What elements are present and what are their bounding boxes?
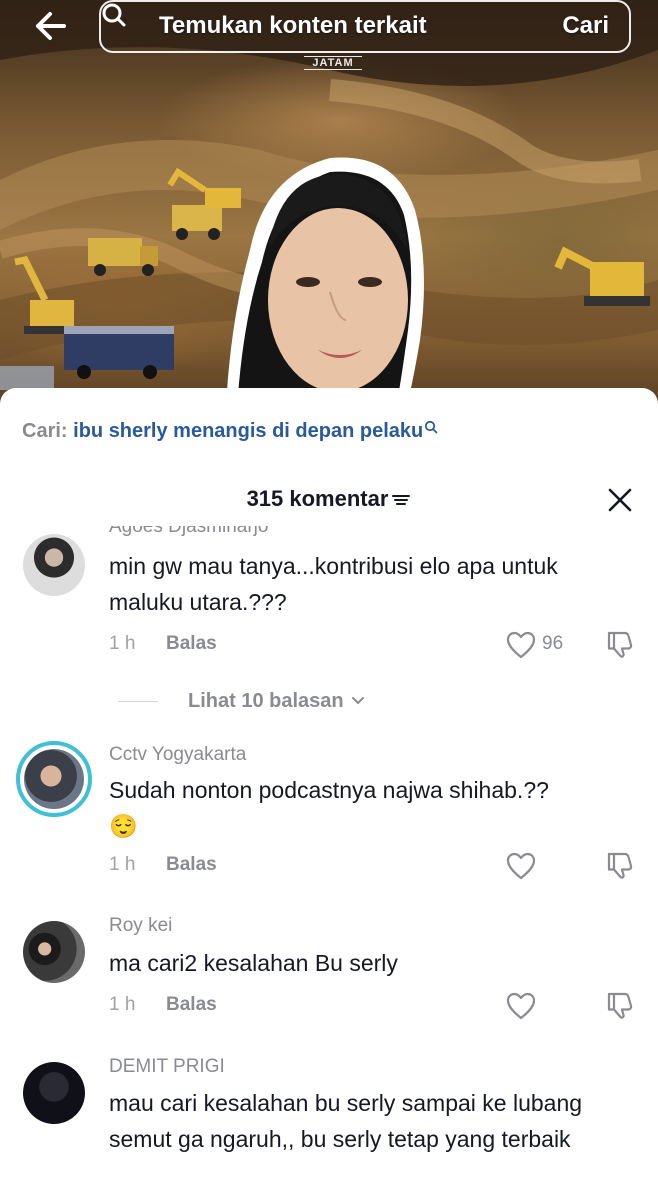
comment-username[interactable]: Roy kei <box>109 915 172 937</box>
watermark-logo: JATAM <box>298 48 368 106</box>
truck-2 <box>172 205 222 240</box>
avatar[interactable] <box>23 1062 85 1124</box>
video-player[interactable]: JATAM Temukan konten terkait Cari <box>0 0 658 430</box>
search-input[interactable]: Temukan konten terkait <box>159 12 427 40</box>
back-button[interactable] <box>30 8 74 44</box>
comment-username[interactable]: Cctv Yogyakarta <box>109 744 246 766</box>
comment-time: 1 h <box>109 854 136 875</box>
related-search-link[interactable]: Cari: ibu sherly menangis di depan pelak… <box>22 420 438 443</box>
blue-truck <box>64 326 174 379</box>
comment-text: mau cari kesalahan bu serly sampai ke lu… <box>109 1090 583 1152</box>
back-arrow-icon <box>36 12 66 40</box>
reply-button[interactable]: Balas <box>166 994 217 1016</box>
search-submit-button[interactable]: Cari <box>562 12 609 40</box>
sort-icon[interactable] <box>391 492 411 508</box>
dislike-icon[interactable] <box>603 989 635 1021</box>
related-search-query[interactable]: ibu sherly menangis di depan pelaku <box>73 420 423 442</box>
reply-button[interactable]: Balas <box>166 854 217 876</box>
comment-text: min gw mau tanya...kontribusi elo apa un… <box>109 553 558 615</box>
comment-text: ma cari2 kesalahan Bu serly <box>109 950 398 976</box>
avatar[interactable] <box>23 921 85 983</box>
like-count: 96 <box>542 633 564 654</box>
comment-time: 1 h <box>109 633 136 654</box>
reply-button[interactable]: Balas <box>166 633 217 655</box>
comment-username[interactable]: Agoes Djasminarjo <box>109 526 268 538</box>
related-search-label: Cari: <box>22 420 68 442</box>
search-icon <box>102 3 126 27</box>
dislike-icon[interactable] <box>603 849 635 881</box>
heart-icon[interactable] <box>505 851 537 881</box>
comment-count: 315 komentar <box>246 486 389 511</box>
emoji: 😌 <box>109 813 138 839</box>
comment-text: Sudah nonton podcastnya najwa shihab.?? … <box>109 772 629 844</box>
view-replies-button[interactable]: Lihat 10 balasan <box>118 686 366 716</box>
search-bar[interactable]: Temukan konten terkait Cari <box>99 0 631 53</box>
close-button[interactable] <box>606 486 634 514</box>
watermark-text: JATAM <box>304 56 362 70</box>
comment-text-body: Sudah nonton podcastnya najwa shihab.?? <box>109 777 549 803</box>
dislike-icon[interactable] <box>603 628 635 660</box>
avatar-image <box>24 749 84 809</box>
view-replies-label: Lihat 10 balasan <box>188 689 344 712</box>
search-icon <box>425 420 438 434</box>
heart-icon[interactable] <box>505 630 537 660</box>
avatar[interactable] <box>16 741 92 817</box>
heart-icon[interactable] <box>505 991 537 1021</box>
comment-time: 1 h <box>109 994 136 1015</box>
comments-header: 315 komentar <box>0 486 658 512</box>
avatar[interactable] <box>23 534 85 596</box>
close-icon <box>608 488 632 512</box>
divider-line <box>118 700 158 702</box>
comment-username[interactable]: DEMIT PRIGI <box>109 1056 225 1078</box>
chevron-down-icon <box>351 697 364 705</box>
comments-sheet: Cari: ibu sherly menangis di depan pelak… <box>0 388 658 1200</box>
